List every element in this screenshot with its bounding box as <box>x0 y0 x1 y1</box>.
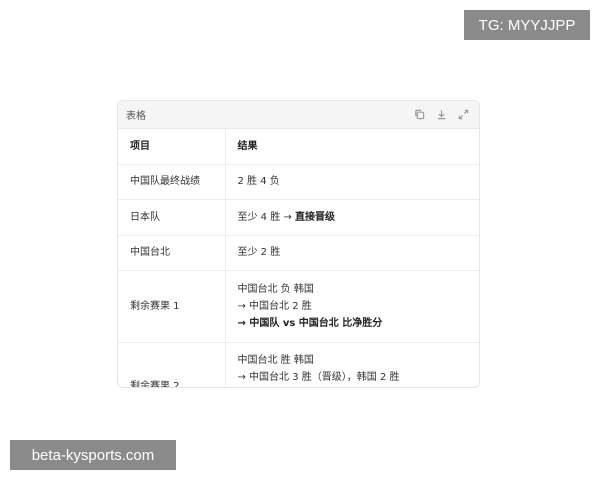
row-result: 至少 4 胜 → 直接晋级 <box>224 199 479 236</box>
results-table: 项目 结果 中国队最终战绩 2 胜 4 负 日本队 至少 4 胜 → 直接晋级 … <box>118 129 479 387</box>
row-label: 中国台北 <box>118 235 225 271</box>
watermark-bottom: beta-kysports.com <box>10 440 176 470</box>
result-line: → 中国台北 2 胜 <box>237 300 312 312</box>
header-result: 结果 <box>224 129 479 165</box>
row-label: 日本队 <box>118 199 225 236</box>
result-bold-text: 直接晋级 <box>294 211 335 223</box>
table-card: 表格 项目 结果 中国队最终战绩 2 胜 4 负 日本队 至少 4 胜 → 直接… <box>117 100 480 388</box>
table-card-title: 表格 <box>126 111 146 122</box>
row-label: 剩余赛果 2 <box>118 342 225 387</box>
table-row: 中国台北 至少 2 胜 <box>118 235 479 271</box>
table-row: 剩余赛果 2 中国台北 胜 韩国 → 中国台北 3 胜（晋级），韩国 2 胜 <box>118 342 479 387</box>
result-text: 2 胜 4 负 <box>237 176 280 187</box>
result-line: → 中国台北 3 胜（晋级），韩国 2 胜 <box>237 371 400 383</box>
copy-icon[interactable] <box>413 109 425 121</box>
table-toolbar <box>413 109 469 121</box>
watermark-top: TG: MYYJJPP <box>464 10 590 40</box>
row-result: 中国台北 负 韩国 → 中国台北 2 胜 → 中国队 vs 中国台北 比净胜分 <box>224 270 479 343</box>
row-result: 至少 2 胜 <box>224 235 479 271</box>
header-item: 项目 <box>118 129 225 165</box>
row-result: 中国台北 胜 韩国 → 中国台北 3 胜（晋级），韩国 2 胜 <box>224 342 479 387</box>
result-bold-line: → 中国队 vs 中国台北 比净胜分 <box>237 317 383 329</box>
result-text: 至少 2 胜 <box>237 247 281 258</box>
row-label: 中国队最终战绩 <box>118 164 225 200</box>
result-line: 中国台北 负 韩国 <box>237 283 314 295</box>
row-label: 剩余赛果 1 <box>118 270 225 343</box>
table-row: 日本队 至少 4 胜 → 直接晋级 <box>118 199 479 236</box>
table-header-row: 项目 结果 <box>118 129 479 165</box>
download-icon[interactable] <box>435 109 447 121</box>
table-row: 剩余赛果 1 中国台北 负 韩国 → 中国台北 2 胜 → 中国队 vs 中国台… <box>118 270 479 343</box>
table-card-header: 表格 <box>118 101 479 129</box>
result-text: 至少 4 胜 → <box>237 211 295 223</box>
result-line: 中国台北 胜 韩国 <box>237 354 314 366</box>
expand-icon[interactable] <box>457 109 469 121</box>
row-result: 2 胜 4 负 <box>224 164 479 200</box>
table-row: 中国队最终战绩 2 胜 4 负 <box>118 164 479 200</box>
